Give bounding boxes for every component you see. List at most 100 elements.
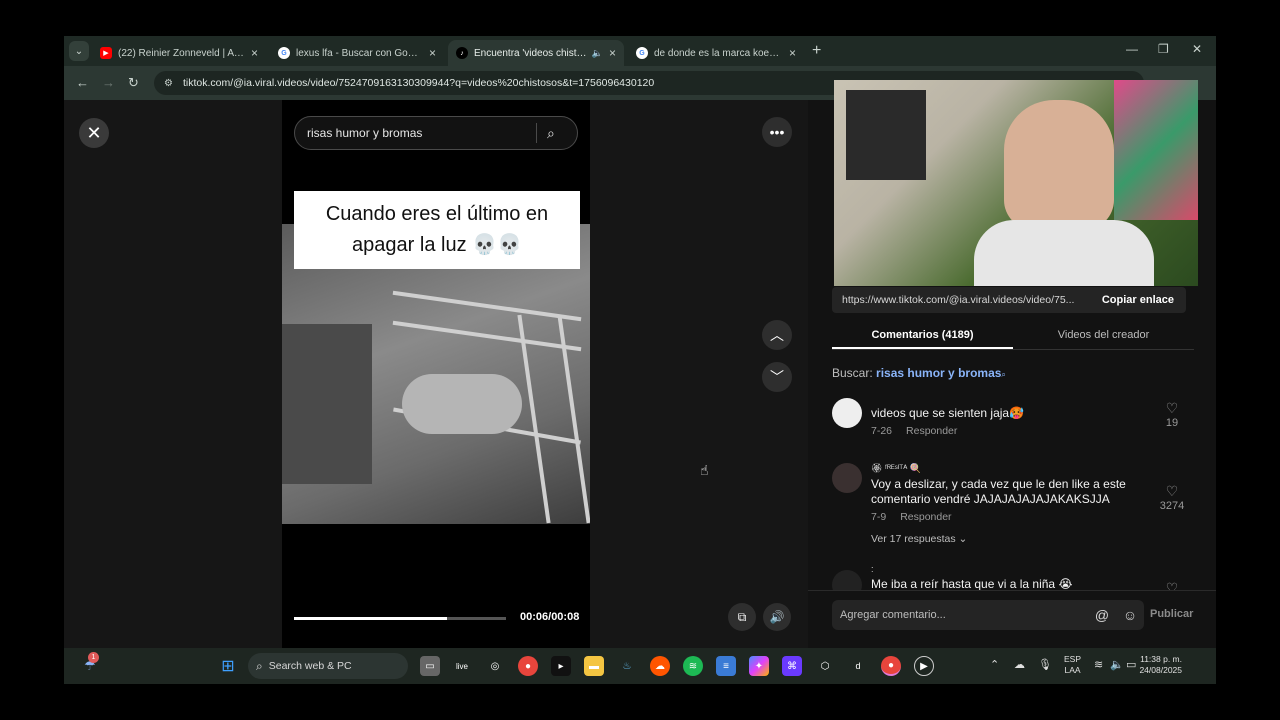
heart-icon: ♡ — [1165, 580, 1179, 590]
video-player[interactable]: risas humor y bromas ⌕ Cuando eres el úl… — [282, 100, 590, 656]
chrome-icon[interactable]: ● — [518, 656, 538, 676]
person-shirt — [974, 220, 1154, 286]
minimize-icon[interactable]: — — [1126, 42, 1138, 56]
search-term-link[interactable]: risas humor y bromas — [876, 366, 1001, 380]
chevron-up-icon[interactable]: ⌃ — [990, 658, 999, 671]
reply-button[interactable]: Responder — [906, 425, 957, 437]
maximize-icon[interactable]: ❐ — [1158, 42, 1169, 56]
pillow-blur — [402, 374, 522, 434]
avatar[interactable] — [832, 463, 862, 493]
like-button[interactable]: ♡ 3274 — [1152, 483, 1192, 512]
floating-player-button[interactable]: ⧉ — [728, 603, 756, 631]
steam-icon[interactable]: ♨ — [617, 656, 637, 676]
copilot-icon[interactable]: ✦ — [749, 656, 769, 676]
windows-start-icon[interactable]: ⊞ — [218, 656, 238, 676]
tab-comments[interactable]: Comentarios (4189) — [832, 322, 1013, 349]
tab-tiktok[interactable]: ♪ Encuentra 'videos chistosos' 🔈 × — [448, 40, 624, 66]
previous-video-button[interactable]: ︿ — [762, 320, 792, 350]
comment-text: Voy a deslizar, y cada vez que le den li… — [871, 477, 1126, 506]
comment-clip: : Me iba a reír hasta que vi a la niña 😭… — [832, 564, 1192, 590]
url-text[interactable]: tiktok.com/@ia.viral.videos/video/752470… — [183, 77, 654, 89]
close-tab-icon[interactable]: × — [429, 46, 436, 60]
search-icon[interactable]: ⌕ — [547, 125, 577, 142]
bunk-rail — [392, 320, 582, 352]
mention-icon[interactable]: @ — [1088, 607, 1116, 623]
close-window-icon[interactable]: ✕ — [1192, 42, 1202, 56]
tab-creator-videos[interactable]: Videos del creador — [1013, 322, 1194, 349]
media-player-icon[interactable]: ▶ — [914, 656, 934, 676]
search-bar[interactable]: risas humor y bromas ⌕ — [294, 116, 578, 150]
poster — [846, 90, 926, 180]
clock-date: 24/08/2025 — [1139, 665, 1182, 675]
publish-button[interactable]: Publicar — [1150, 608, 1193, 620]
progress-bar[interactable] — [294, 617, 506, 620]
copilot-app-icon[interactable]: ◎ — [485, 656, 505, 676]
notification-badge: 1 — [88, 652, 99, 663]
emoji-icon[interactable]: ☺ — [1116, 607, 1144, 623]
view-replies-button[interactable]: Ver 17 respuestas ⌄ — [871, 533, 1151, 545]
new-tab-button[interactable]: + — [812, 42, 821, 60]
video-frame — [282, 224, 590, 524]
microphone-icon[interactable]: 🎙 — [1038, 658, 1052, 671]
close-tab-icon[interactable]: × — [251, 46, 258, 60]
comment-input[interactable]: Agregar comentario... — [840, 609, 1088, 621]
volume-icon[interactable]: 🔈 — [1110, 658, 1124, 671]
copy-link-button[interactable]: Copiar enlace — [1090, 294, 1186, 306]
video-area: ✕ risas humor y bromas ⌕ Cuando eres el … — [64, 100, 808, 656]
task-view-icon[interactable]: ▭ — [420, 656, 440, 676]
search-label: Search web & PC — [268, 660, 352, 672]
reload-icon[interactable]: ↻ — [128, 75, 139, 91]
notepad-icon[interactable]: ≡ — [716, 656, 736, 676]
like-button[interactable]: ♡ 19 — [1152, 400, 1192, 429]
davinci-icon[interactable]: d — [848, 656, 868, 676]
share-link[interactable]: https://www.tiktok.com/@ia.viral.videos/… — [842, 294, 1090, 306]
poster — [1114, 80, 1198, 220]
site-info-icon[interactable]: ⚙ — [164, 78, 173, 89]
comment-username[interactable]: 🏵 ᶠᴿᴱˢᴵᵀᴬ 🍭 — [871, 463, 1151, 474]
back-icon[interactable]: ← — [76, 75, 89, 90]
system-clock[interactable]: 11:38 p. m. 24/08/2025 — [1132, 654, 1182, 676]
comment-username[interactable]: : — [871, 564, 1151, 574]
wifi-icon[interactable]: ≋ — [1094, 658, 1103, 671]
taskbar-search[interactable]: ⌕ Search web & PC — [248, 653, 408, 679]
next-video-button[interactable]: ﹀ — [762, 362, 792, 392]
live-app-icon[interactable]: live — [452, 656, 472, 676]
app-icon[interactable]: ⌘ — [782, 656, 802, 676]
terminal-icon[interactable]: ▸ — [551, 656, 571, 676]
search-input[interactable]: risas humor y bromas — [307, 126, 536, 140]
tab-youtube[interactable]: ▶ (22) Reinier Zonneveld | Awaken × — [92, 40, 266, 66]
tab-google-koenigsegg[interactable]: G de donde es la marca koenigsegg × — [628, 40, 804, 66]
avatar[interactable] — [832, 398, 862, 428]
tiktok-page: ✕ risas humor y bromas ⌕ Cuando eres el … — [64, 80, 1216, 656]
speaker-icon[interactable]: 🔈 — [592, 48, 603, 59]
tab-google-lexus[interactable]: G lexus lfa - Buscar con Google × — [270, 40, 444, 66]
like-button[interactable]: ♡ — [1152, 580, 1192, 590]
share-link-row: https://www.tiktok.com/@ia.viral.videos/… — [832, 287, 1186, 313]
avatar[interactable] — [832, 570, 862, 590]
heart-icon: ♡ — [1165, 400, 1179, 416]
soundcloud-icon[interactable]: ☁ — [650, 656, 670, 676]
forward-icon[interactable]: → — [102, 75, 115, 90]
comment-item: : Me iba a reír hasta que vi a la niña 😭… — [832, 564, 1192, 590]
more-options-button[interactable]: ••• — [762, 117, 792, 147]
divider — [808, 590, 1216, 591]
chrome-active-icon[interactable]: ● — [881, 656, 901, 676]
comment-composer[interactable]: Agregar comentario... @ ☺ — [832, 600, 1144, 630]
google-icon: G — [278, 47, 290, 59]
close-tab-icon[interactable]: × — [789, 46, 796, 60]
mouse-cursor-icon: ☝ — [700, 462, 709, 478]
hex-app-icon[interactable]: ⬡ — [815, 656, 835, 676]
volume-button[interactable]: 🔊 — [763, 603, 791, 631]
cloud-icon[interactable]: ☁ — [1014, 658, 1025, 671]
spotify-icon[interactable]: ≋ — [683, 656, 703, 676]
close-tab-icon[interactable]: × — [609, 46, 616, 60]
comment-text: videos que se sienten jaja🥵 — [871, 406, 1025, 420]
tab-title: de donde es la marca koenigsegg — [654, 47, 783, 59]
reply-button[interactable]: Responder — [900, 511, 951, 523]
folder-icon[interactable]: ▬ — [584, 656, 604, 676]
related-search: Buscar: risas humor y bromas⌕ — [832, 366, 1006, 380]
language-indicator[interactable]: ESP LAA — [1064, 654, 1081, 676]
comment-item: videos que se sienten jaja🥵 7-26 Responde… — [832, 398, 1192, 448]
close-video-button[interactable]: ✕ — [79, 118, 109, 148]
tab-search-button[interactable]: ⌄ — [69, 41, 89, 61]
